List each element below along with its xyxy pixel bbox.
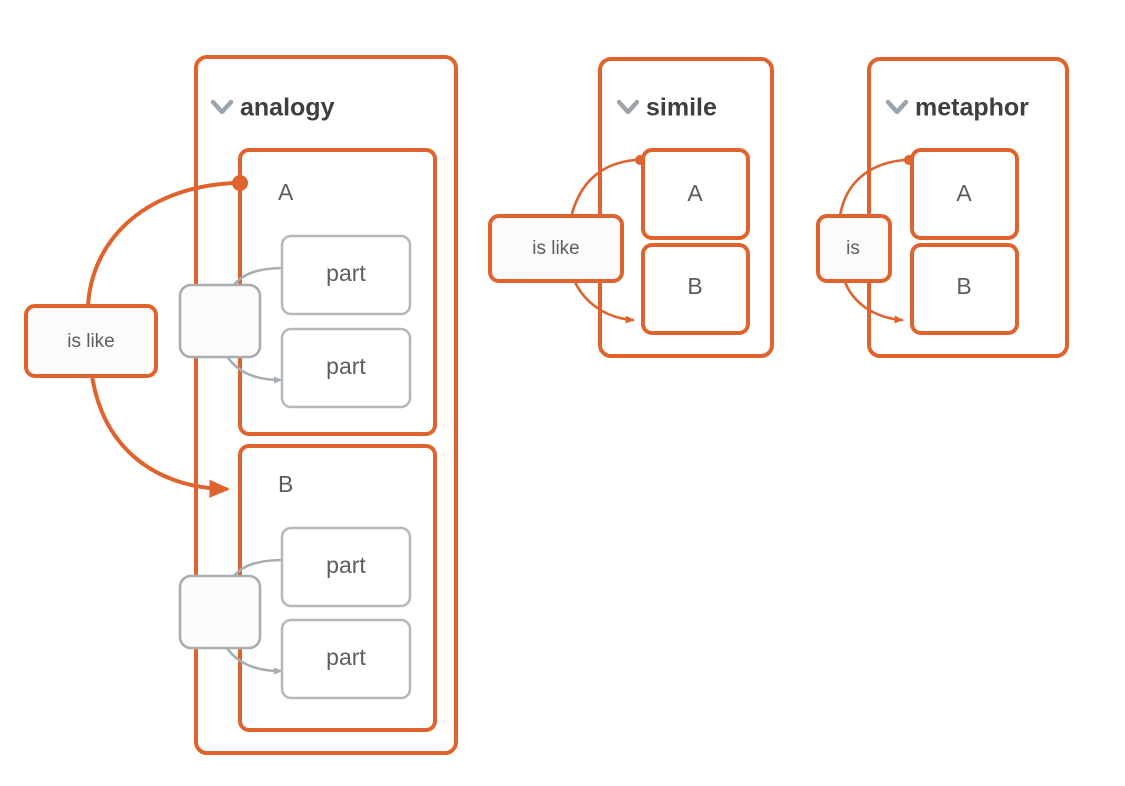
metaphor-node-a-label: A bbox=[956, 180, 972, 206]
chevron-down-icon[interactable] bbox=[616, 99, 640, 115]
metaphor-edge-source-dot bbox=[904, 155, 914, 165]
analogy-b-part-1-label: part bbox=[326, 552, 366, 578]
analogy-edge-source-dot bbox=[232, 175, 248, 191]
analogy-a-part-1-label: part bbox=[326, 260, 366, 286]
simile-edge-to-a bbox=[568, 158, 637, 224]
panel-analogy[interactable]: analogy A part part B part part is like bbox=[24, 55, 458, 755]
chevron-down-icon[interactable] bbox=[210, 99, 234, 115]
panel-metaphor-header[interactable]: metaphor bbox=[885, 94, 1029, 122]
panel-simile-header[interactable]: simile bbox=[616, 94, 717, 122]
analogy-group-a-label: A bbox=[278, 179, 294, 205]
simile-node-a-label: A bbox=[687, 180, 703, 206]
panel-simile-title: simile bbox=[646, 94, 717, 122]
analogy-a-hub-node[interactable] bbox=[178, 283, 262, 359]
chevron-down-icon[interactable] bbox=[885, 99, 909, 115]
panel-analogy-title: analogy bbox=[240, 94, 335, 122]
simile-node-b-label: B bbox=[687, 273, 702, 299]
analogy-edge-label: is like bbox=[67, 331, 115, 352]
analogy-b-hub-node[interactable] bbox=[178, 574, 262, 650]
metaphor-node-b-label: B bbox=[956, 273, 971, 299]
panel-simile[interactable]: simile A B is like bbox=[488, 57, 774, 358]
panel-analogy-header[interactable]: analogy bbox=[210, 94, 335, 122]
analogy-a-part-2-label: part bbox=[326, 353, 366, 379]
analogy-group-b-label: B bbox=[278, 471, 293, 497]
simile-edge-source-dot bbox=[635, 155, 645, 165]
simile-edge-label: is like bbox=[532, 238, 580, 259]
analogy-b-part-2-label: part bbox=[326, 644, 366, 670]
analogy-group-a[interactable]: A part part bbox=[178, 148, 437, 436]
metaphor-edge-label: is bbox=[846, 238, 860, 259]
diagram-canvas: analogy A part part B part part is like … bbox=[24, 55, 1069, 755]
analogy-edge-to-b bbox=[90, 374, 231, 498]
metaphor-edge-to-a bbox=[838, 158, 906, 218]
panel-metaphor-title: metaphor bbox=[915, 94, 1029, 122]
panel-metaphor[interactable]: metaphor A B is bbox=[816, 57, 1069, 358]
